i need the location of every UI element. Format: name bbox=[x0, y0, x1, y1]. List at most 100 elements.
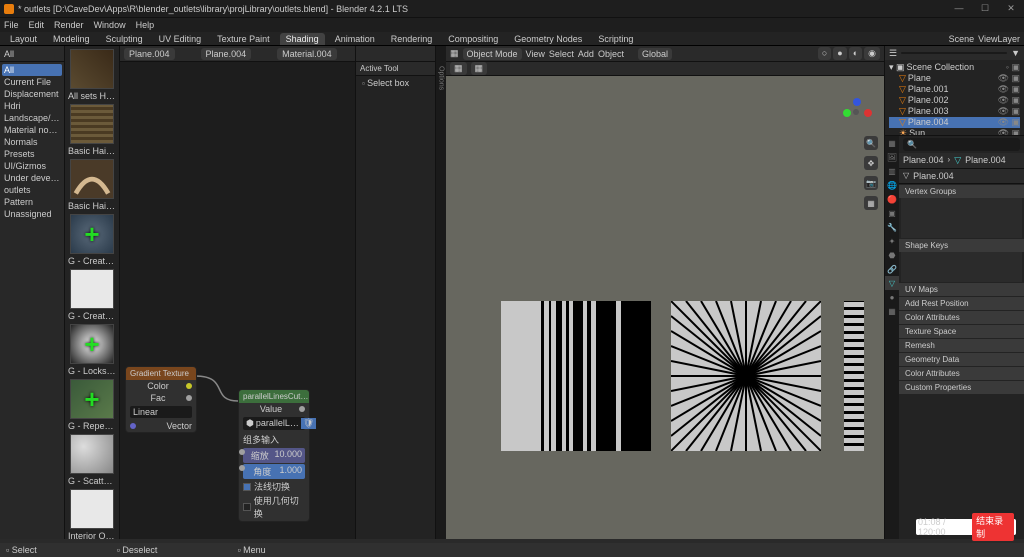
menu-file[interactable]: File bbox=[4, 20, 19, 30]
socket-color-icon[interactable] bbox=[186, 383, 192, 389]
asset-all-label[interactable]: All bbox=[4, 49, 14, 59]
checkbox-geo[interactable]: 使用几何切换 bbox=[243, 494, 305, 520]
checkbox-normal[interactable]: 法线切换 bbox=[243, 480, 305, 493]
tree-item[interactable]: Material nodes bbox=[2, 124, 62, 136]
viewlayer-dropdown[interactable]: ViewLayer bbox=[978, 34, 1020, 44]
tree-item[interactable]: Landscape/trees bbox=[2, 112, 62, 124]
preview-plane-3[interactable] bbox=[844, 301, 864, 451]
shading-solid-icon[interactable]: ● bbox=[833, 47, 846, 60]
mode-dropdown[interactable]: Object Mode bbox=[463, 48, 522, 60]
panel-color[interactable]: Color Attributes bbox=[899, 311, 1024, 324]
tab-output-icon[interactable]: 🖼 bbox=[885, 150, 899, 164]
viewport-3d[interactable]: 🔍 ✥ 📷 ▦ bbox=[446, 76, 884, 539]
stop-record-button[interactable]: 结束录制 bbox=[972, 513, 1014, 541]
vp-menu-view[interactable]: View bbox=[526, 49, 545, 59]
shading-matprev-icon[interactable]: ◐ bbox=[849, 47, 862, 60]
tab-data-icon[interactable]: ▽ bbox=[885, 276, 899, 290]
input-angle[interactable]: 角度1.000 bbox=[243, 464, 305, 479]
tree-item[interactable]: Hdri bbox=[2, 100, 62, 112]
tab-view-icon[interactable]: ▥ bbox=[885, 164, 899, 178]
outliner-type-icon[interactable]: ☰ bbox=[889, 48, 897, 59]
menu-window[interactable]: Window bbox=[94, 20, 126, 30]
outliner-row[interactable]: ▽Plane.003👁 ▣ bbox=[889, 106, 1020, 117]
panel-body[interactable] bbox=[901, 198, 1022, 238]
preview-plane-1[interactable] bbox=[501, 301, 651, 451]
tab-shading[interactable]: Shading bbox=[280, 33, 325, 45]
tab-texpaint[interactable]: Texture Paint bbox=[211, 33, 276, 45]
outliner-search[interactable] bbox=[901, 52, 1007, 54]
panel-tex[interactable]: Texture Space bbox=[899, 325, 1024, 338]
outliner-row[interactable]: ▽Plane👁 ▣ bbox=[889, 73, 1020, 84]
tab-physics-icon[interactable]: ⬣ bbox=[885, 248, 899, 262]
props-datablock[interactable]: ▽ Plane.004 bbox=[899, 169, 1024, 184]
tab-scene-icon[interactable]: 🌐 bbox=[885, 178, 899, 192]
asset-item[interactable]: All sets Hair Curves bbox=[68, 49, 116, 101]
panel-rest[interactable]: Add Rest Position bbox=[899, 297, 1024, 310]
asset-item[interactable]: +G - Create rock… bbox=[68, 214, 116, 266]
nav-gizmo[interactable] bbox=[840, 96, 874, 130]
editor-type-icon[interactable]: ▦ bbox=[450, 48, 459, 59]
tab-modeling[interactable]: Modeling bbox=[47, 33, 96, 45]
props-search[interactable]: 🔍 bbox=[903, 138, 1020, 151]
tree-item[interactable]: Pattern bbox=[2, 196, 62, 208]
outliner-row[interactable]: ▾ ▣Scene Collection◦ ▣ bbox=[889, 62, 1020, 73]
vp-menu-select[interactable]: Select bbox=[549, 49, 574, 59]
active-tool-item[interactable]: ▫ Select box bbox=[356, 76, 435, 90]
header-plane[interactable]: Plane.004 bbox=[124, 48, 175, 60]
socket-fac-icon[interactable] bbox=[186, 395, 192, 401]
tab-script[interactable]: Scripting bbox=[592, 33, 639, 45]
menu-help[interactable]: Help bbox=[136, 20, 155, 30]
tab-sculpting[interactable]: Sculpting bbox=[100, 33, 149, 45]
gizmo-x-icon[interactable] bbox=[864, 109, 872, 117]
node-gradient-texture[interactable]: Gradient Texture Color Fac Linear Vector bbox=[125, 366, 197, 433]
asset-browser[interactable]: All sets Hair Curves Basic Hair Curves B… bbox=[65, 46, 120, 539]
scene-dropdown[interactable]: Scene bbox=[949, 34, 975, 44]
group-fake-user-icon[interactable]: 🛡 bbox=[301, 418, 316, 429]
asset-item[interactable]: Interior Outlets bbox=[68, 489, 116, 539]
vp-menu-object[interactable]: Object bbox=[598, 49, 624, 59]
outliner-row[interactable]: ☀Sun👁 ▣ bbox=[889, 128, 1020, 136]
panel-custom[interactable]: Custom Properties bbox=[899, 381, 1024, 394]
tree-item[interactable]: Unassigned bbox=[2, 208, 62, 220]
outliner-row[interactable]: ▽Plane.001👁 ▣ bbox=[889, 84, 1020, 95]
asset-item[interactable]: +G - Lockscape l… bbox=[68, 324, 116, 376]
bc-obj[interactable]: Plane.004 bbox=[903, 155, 944, 166]
header-plane2[interactable]: Plane.004 bbox=[201, 48, 252, 60]
tab-anim[interactable]: Animation bbox=[329, 33, 381, 45]
tree-item[interactable]: UI/Gizmos bbox=[2, 160, 62, 172]
maximize-button[interactable]: ☐ bbox=[976, 3, 994, 14]
tab-texture-icon[interactable]: ▦ bbox=[885, 304, 899, 318]
tree-all[interactable]: All bbox=[2, 64, 62, 76]
tree-item[interactable]: Under development bbox=[2, 172, 62, 184]
tree-item[interactable]: Normals bbox=[2, 136, 62, 148]
tree-item[interactable]: Displacement bbox=[2, 88, 62, 100]
zoom-icon[interactable]: 🔍 bbox=[864, 136, 878, 150]
asset-item[interactable]: +G - Repeating Lan… bbox=[68, 379, 116, 431]
tab-render-icon[interactable]: ▦ bbox=[885, 136, 899, 150]
node-group-parallel[interactable]: parallelLinesCut… Value ⬢parallelL…🛡 组多输… bbox=[238, 389, 310, 522]
menu-render[interactable]: Render bbox=[54, 20, 84, 30]
overlay-toggle-icon[interactable]: ▦ bbox=[471, 62, 488, 75]
tab-comp[interactable]: Compositing bbox=[442, 33, 504, 45]
panel-body[interactable] bbox=[901, 252, 1022, 282]
grad-type-dropdown[interactable]: Linear bbox=[130, 406, 192, 418]
panel-vertex-groups[interactable]: Vertex Groups bbox=[899, 185, 1024, 198]
move-icon[interactable]: ✥ bbox=[864, 156, 878, 170]
vp-menu-add[interactable]: Add bbox=[578, 49, 594, 59]
socket-vector-icon[interactable] bbox=[130, 423, 136, 429]
gizmo-z-icon[interactable] bbox=[853, 98, 861, 106]
node-editor[interactable]: Plane.004 Plane.004 Material.004 Gradien… bbox=[120, 46, 356, 539]
tab-modifier-icon[interactable]: 🔧 bbox=[885, 220, 899, 234]
asset-item[interactable]: G - Scatter objects bbox=[68, 434, 116, 486]
header-mat[interactable]: Material.004 bbox=[277, 48, 337, 60]
panel-shape-keys[interactable]: Shape Keys bbox=[899, 239, 1024, 252]
input-scale[interactable]: 缩放10.000 bbox=[243, 448, 305, 463]
close-button[interactable]: ✕ bbox=[1002, 3, 1020, 14]
outliner-row-selected[interactable]: ▽Plane.004👁 ▣ bbox=[889, 117, 1020, 128]
panel-uv[interactable]: UV Maps bbox=[899, 283, 1024, 296]
node-title[interactable]: Gradient Texture bbox=[126, 367, 196, 380]
tree-item[interactable]: Presets bbox=[2, 148, 62, 160]
tab-render[interactable]: Rendering bbox=[385, 33, 439, 45]
persp-icon[interactable]: ▦ bbox=[864, 196, 878, 210]
tab-object-icon[interactable]: ▣ bbox=[885, 206, 899, 220]
